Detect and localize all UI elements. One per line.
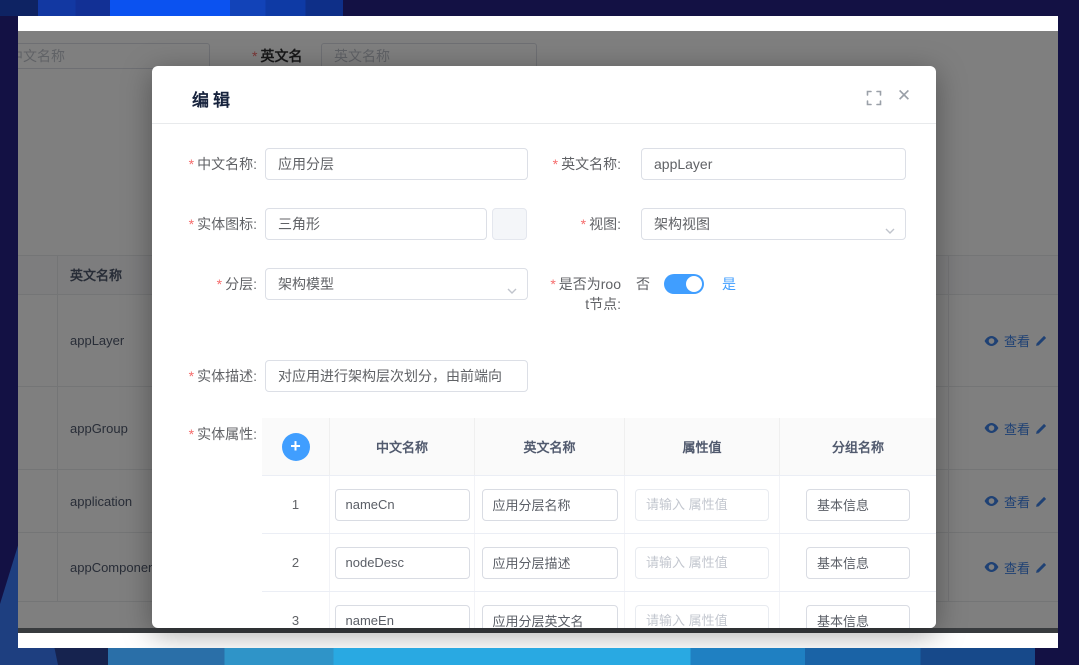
view-select[interactable]: 架构视图 [641,208,906,240]
attr-value-input[interactable] [635,605,769,629]
toggle-knob [686,276,702,292]
required-asterisk: * [189,368,194,384]
name-en-input[interactable] [641,148,906,180]
attribute-row: 3 [262,592,936,628]
row-index: 3 [262,592,330,628]
attr-name-cn-input[interactable] [335,489,470,521]
required-asterisk: * [581,216,586,232]
root-toggle-on-text: 是 [722,268,736,300]
attr-name-en-input[interactable] [482,547,618,579]
icon-picker-button[interactable] [492,208,527,240]
attr-name-cn-input[interactable] [335,547,470,579]
attr-value-input[interactable] [635,489,769,521]
name-cn-label: *中文名称: [152,148,257,180]
attr-group-input[interactable] [806,547,910,579]
desktop-bottom-band [0,648,1079,665]
attr-name-en-input[interactable] [482,605,618,629]
row-index: 1 [262,476,330,533]
layer-label: *分层: [152,268,257,300]
chevron-down-icon [507,281,517,297]
required-asterisk: * [189,156,194,172]
attribute-row: 1 [262,476,936,534]
modal-header-divider [152,123,936,124]
attr-col-name-en: 英文名称 [475,418,625,475]
name-en-label: *英文名称: [544,148,621,180]
attr-name-cn-input[interactable] [335,605,470,629]
required-asterisk: * [550,276,555,292]
attribute-table: + 中文名称 英文名称 属性值 分组名称 1 2 [262,418,936,628]
close-icon[interactable]: ✕ [894,84,914,108]
attr-group-input[interactable] [806,605,910,629]
required-asterisk: * [189,216,194,232]
add-attribute-button[interactable]: + [282,433,310,461]
entity-icon-input[interactable] [265,208,487,240]
edit-modal: 编辑 ✕ *中文名称: *英文名称: *实体图标: *视图: 架构视图 [152,66,936,628]
attribute-row: 2 [262,534,936,592]
attr-col-value: 属性值 [625,418,780,475]
fullscreen-icon[interactable] [866,90,882,106]
chevron-down-icon [885,221,895,237]
required-asterisk: * [553,156,558,172]
attribute-table-header: + 中文名称 英文名称 属性值 分组名称 [262,418,936,476]
root-toggle-off-text: 否 [636,268,650,300]
entity-desc-input[interactable] [265,360,528,392]
required-asterisk: * [217,276,222,292]
page-bottom-edge [18,628,1058,633]
row-index: 2 [262,534,330,591]
layer-select[interactable]: 架构模型 [265,268,528,300]
is-root-label: *是否为roo t节点: [544,268,621,314]
required-asterisk: * [189,426,194,442]
browser-page: *英文名 英文名称 appLayer 查看 appGroup 查看 appli [18,16,1058,648]
modal-title: 编辑 [192,86,234,111]
attr-col-group: 分组名称 [780,418,936,475]
entity-attrs-label: *实体属性: [152,418,257,450]
entity-icon-label: *实体图标: [152,208,257,240]
root-node-toggle[interactable] [664,274,704,294]
desktop-top-band [0,0,1079,16]
attr-name-en-input[interactable] [482,489,618,521]
name-cn-input[interactable] [265,148,528,180]
attr-value-input[interactable] [635,547,769,579]
attr-col-name-cn: 中文名称 [330,418,475,475]
attr-group-input[interactable] [806,489,910,521]
entity-desc-label: *实体描述: [152,360,257,392]
view-label: *视图: [544,208,621,240]
